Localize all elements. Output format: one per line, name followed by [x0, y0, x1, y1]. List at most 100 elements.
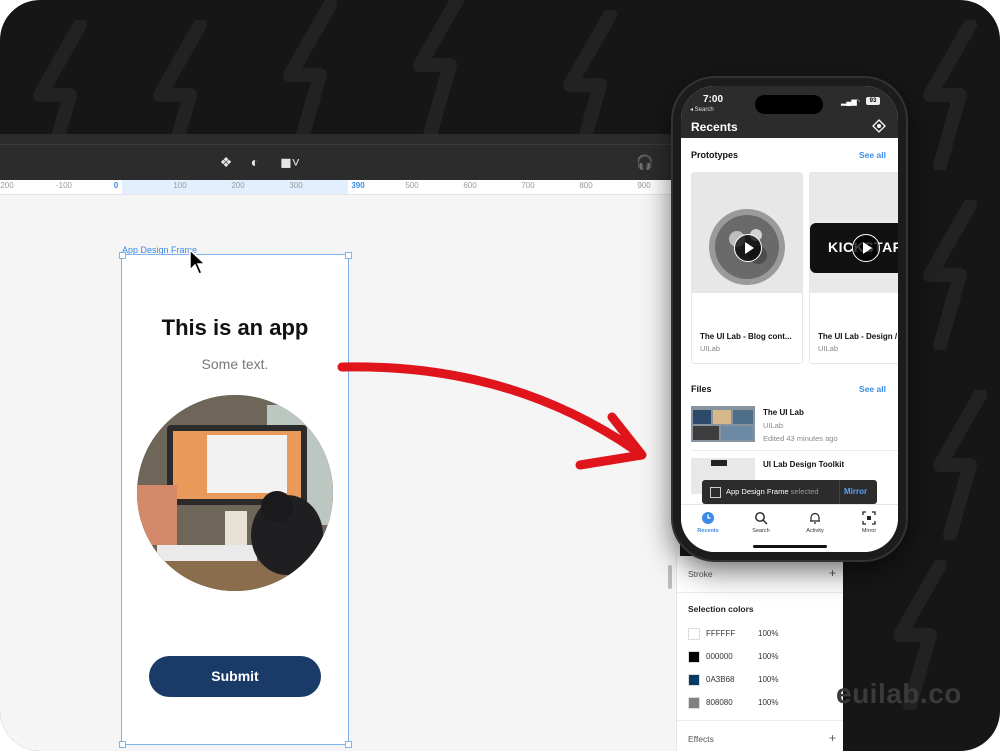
food-bowl-illustration	[692, 173, 802, 293]
prototype-owner: UILab	[818, 344, 839, 353]
header-title: Recents	[691, 120, 738, 134]
tab-search[interactable]: Search	[741, 511, 781, 534]
color-opacity: 100%	[758, 652, 779, 661]
ruler-tick: 600	[463, 181, 477, 190]
prototype-card[interactable]: The UI Lab - Blog cont... UILab	[691, 172, 803, 364]
app-design-frame[interactable]: This is an app Some text. Submit	[121, 254, 349, 745]
phone-screen: 7:00 ◂ Search ▂▄▆ ◠ 93 Recents Prototype…	[681, 86, 898, 552]
phone-header: 7:00 ◂ Search ▂▄▆ ◠ 93 Recents	[681, 86, 898, 138]
color-swatch[interactable]	[688, 628, 700, 640]
resize-handle[interactable]	[345, 252, 352, 259]
arrow-icon	[337, 362, 647, 470]
watermark: euilab.co	[836, 678, 962, 709]
file-row[interactable]: The UI Lab UILab Edited 43 minutes ago	[691, 406, 896, 456]
color-hex: 808080	[706, 698, 733, 707]
ruler-tick: 200	[0, 181, 14, 190]
phone-device: 7:00 ◂ Search ▂▄▆ ◠ 93 Recents Prototype…	[673, 78, 906, 560]
ruler-tick: 900	[637, 181, 651, 190]
clock-icon	[702, 512, 714, 524]
ruler-tick: 0	[113, 181, 119, 190]
effects-label: Effects	[688, 734, 714, 744]
mirror-toast: App Design Frame selected Mirror	[702, 480, 877, 504]
component-icon[interactable]: ❖	[218, 154, 234, 170]
frame-label[interactable]: App Design Frame	[122, 245, 197, 255]
color-swatch[interactable]	[688, 651, 700, 663]
dynamic-island	[755, 95, 823, 114]
resize-handle[interactable]	[119, 252, 126, 259]
color-row[interactable]: FFFFFF 100%	[688, 628, 838, 640]
color-opacity: 100%	[758, 629, 779, 638]
back-to-search-link[interactable]: ◂ Search	[690, 106, 714, 113]
add-effect-button[interactable]: +	[829, 731, 836, 745]
play-icon[interactable]	[852, 234, 880, 262]
color-swatch[interactable]	[688, 697, 700, 709]
see-all-files-link[interactable]: See all	[859, 384, 886, 394]
resize-handle[interactable]	[119, 741, 126, 748]
selection-colors-label: Selection colors	[688, 604, 754, 614]
wifi-icon: ◠	[854, 99, 861, 106]
prototype-title: The UI Lab - Blog cont...	[700, 332, 792, 341]
toast-text: App Design Frame selected	[726, 487, 819, 496]
headphones-icon[interactable]: 🎧	[636, 154, 653, 170]
cursor-icon	[189, 248, 207, 275]
desk-photo-illustration	[137, 395, 333, 591]
divider	[677, 720, 843, 721]
bolt-icon	[933, 390, 987, 540]
color-opacity: 100%	[758, 675, 779, 684]
ruler-tick: 700	[521, 181, 535, 190]
prototype-thumbnail: KICKSTART	[810, 173, 898, 293]
toast-separator	[839, 480, 840, 504]
prototype-thumbnail	[692, 173, 802, 293]
color-opacity: 100%	[758, 698, 779, 707]
mirror-button[interactable]: Mirror	[844, 487, 867, 496]
properties-panel: Stroke + Selection colors FFFFFF 100% 00…	[676, 556, 843, 751]
tab-mirror[interactable]: Mirror	[849, 511, 889, 534]
tab-label: Activity	[806, 528, 824, 534]
prototypes-label: Prototypes	[691, 150, 739, 160]
ruler-tick: 390	[351, 181, 365, 190]
search-icon	[755, 512, 768, 525]
color-swatch[interactable]	[688, 674, 700, 686]
canvas-scrollbar[interactable]	[668, 565, 672, 589]
color-row[interactable]: 0A3B68 100%	[688, 674, 838, 686]
app-subtitle: Some text.	[201, 356, 269, 372]
stroke-label: Stroke	[688, 569, 713, 579]
ruler-tick: -100	[55, 181, 73, 190]
battery-icon: 93	[866, 97, 880, 105]
tab-label: Mirror	[861, 528, 877, 534]
file-name: The UI Lab	[763, 408, 804, 417]
mirror-icon[interactable]	[872, 119, 886, 133]
submit-button[interactable]: Submit	[149, 656, 321, 697]
bolt-icon	[923, 20, 977, 170]
file-thumbnail-illustration	[691, 406, 755, 442]
color-hex: 0A3B68	[706, 675, 735, 684]
prototype-title: The UI Lab - Design /	[818, 332, 898, 341]
see-all-prototypes-link[interactable]: See all	[859, 150, 886, 160]
resize-handle[interactable]	[345, 741, 352, 748]
color-hex: FFFFFF	[706, 629, 736, 638]
prototype-card[interactable]: KICKSTART The UI Lab - Design / UILab	[809, 172, 898, 364]
tab-recents[interactable]: Recents	[688, 511, 728, 534]
files-label: Files	[691, 384, 712, 394]
boolean-icon[interactable]: ◼˅	[277, 154, 303, 170]
file-name: UI Lab Design Toolkit	[763, 460, 845, 469]
color-hex: 000000	[706, 652, 733, 661]
color-row[interactable]: 000000 100%	[688, 651, 838, 663]
frame-icon	[710, 487, 721, 498]
toast-status: selected	[790, 487, 819, 496]
toast-frame-name: App Design Frame	[726, 487, 789, 496]
color-row[interactable]: 808080 100%	[688, 697, 838, 709]
divider	[691, 450, 898, 451]
background-stage: ❖ ◐ ◼˅ 🎧 200 -100 0 100 200 300 390 500 …	[0, 0, 1000, 751]
desk-photo	[137, 395, 333, 591]
ruler-tick: 200	[231, 181, 245, 190]
tab-activity[interactable]: Activity	[795, 511, 835, 534]
file-thumbnail	[691, 406, 755, 442]
horizontal-ruler: 200 -100 0 100 200 300 390 500 600 700 8…	[0, 180, 680, 195]
play-icon[interactable]	[734, 234, 762, 262]
ruler-tick: 300	[289, 181, 303, 190]
add-stroke-button[interactable]: +	[829, 566, 836, 580]
contrast-icon[interactable]: ◐	[247, 154, 263, 170]
status-time: 7:00	[703, 94, 724, 105]
home-indicator	[753, 545, 827, 548]
